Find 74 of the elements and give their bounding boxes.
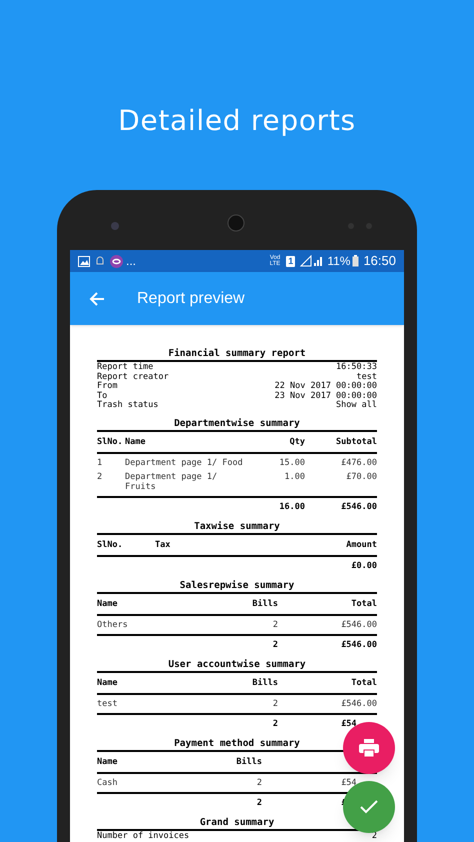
table-cell-text: test (97, 698, 118, 708)
camera-icon (110, 221, 120, 231)
more-notifications: ... (126, 255, 136, 267)
table-cell-text: 2 (272, 718, 278, 728)
column-header: SlNo. (97, 436, 124, 446)
info-value: 23 Nov 2017 00:00:00 (274, 392, 377, 400)
section-title: Departmentwise summary (174, 416, 300, 430)
table-cell-text: Department page 1/ Fruits (125, 472, 218, 492)
info-label: To (97, 392, 108, 400)
table-cell-text: £70.00 (345, 472, 377, 482)
column-header: Tax (155, 540, 172, 550)
column-header: Bills (251, 678, 278, 688)
table-cell: £54 (341, 778, 357, 788)
section-title: User accountwise summary (168, 658, 306, 670)
app-icon (110, 254, 123, 268)
table-cell-text: £546.00 (340, 502, 377, 512)
table-cell: £54 (341, 718, 357, 728)
table-cell: £546.00 (341, 698, 378, 708)
table-cell-text: 2 (97, 472, 104, 482)
app-bar-title: Report preview (137, 288, 245, 308)
column-header: Total (350, 678, 377, 688)
back-arrow-icon (89, 290, 105, 306)
table-cell: £546.00 (341, 620, 378, 630)
section-title: Taxwise summary (194, 520, 280, 532)
table-cell-text: 2 (272, 620, 278, 630)
info-value: 22 Nov 2017 00:00:00 (274, 382, 377, 392)
info-label: Report time (97, 363, 154, 372)
info-label: Report creator (97, 372, 169, 382)
column-header: Name (97, 756, 118, 766)
table-cell-text: £476.00 (340, 458, 377, 468)
table-cell-text: 16.00 (278, 502, 305, 512)
signal-icon (300, 255, 324, 267)
headline: Detailed reports (118, 104, 356, 138)
column-header: Total (350, 598, 377, 608)
report-title: Financial summary report (168, 347, 306, 360)
column-header: Qty (288, 436, 305, 446)
table-cell-text: 2 (256, 778, 262, 788)
table-cell-text: 2 (256, 798, 262, 808)
summary-label: Number of invoices (97, 830, 190, 840)
info-value: 16:50:33 (336, 363, 377, 372)
column-header: SlNo. (97, 540, 124, 550)
printer-icon (359, 739, 379, 757)
battery-icon (352, 255, 360, 267)
column-header: Name (97, 678, 118, 688)
table-cell-text: 15.00 (278, 458, 305, 468)
table-cell: £546.00 (341, 640, 378, 650)
column-header: Amount (345, 540, 377, 550)
table-cell-text: 2 (272, 698, 278, 708)
info-value: test (356, 372, 377, 382)
battery-percent: 11% (327, 253, 350, 270)
table-cell-text: Others (97, 620, 129, 630)
sim-badge: 1 (286, 256, 296, 266)
column-header: Subtotal (335, 436, 377, 446)
column-header: Name (97, 598, 118, 608)
clock: 16:50 (363, 252, 396, 270)
table-cell-text: 2 (272, 640, 278, 650)
column-header: Bills (235, 756, 262, 766)
table-cell-text: Cash (97, 778, 118, 788)
column-header: Bills (251, 598, 278, 608)
column-header: Name (125, 436, 146, 446)
check-icon (360, 800, 378, 814)
section-title: Salesrepwise summary (180, 578, 294, 592)
speaker-icon (227, 214, 245, 232)
info-label: From (97, 382, 118, 392)
table-cell-text: 1 (97, 458, 104, 468)
info-value: Show all (336, 401, 377, 410)
table-cell-text: Department page 1/ Food (125, 458, 244, 468)
info-label: Trash status (97, 401, 158, 410)
image-icon (78, 256, 90, 266)
section-title: Payment method summary (174, 736, 300, 750)
table-cell-text: 1.00 (284, 472, 305, 482)
table-cell-text: £0.00 (350, 560, 377, 570)
section-title: Grand summary (200, 816, 274, 828)
notification-icon (96, 256, 104, 266)
